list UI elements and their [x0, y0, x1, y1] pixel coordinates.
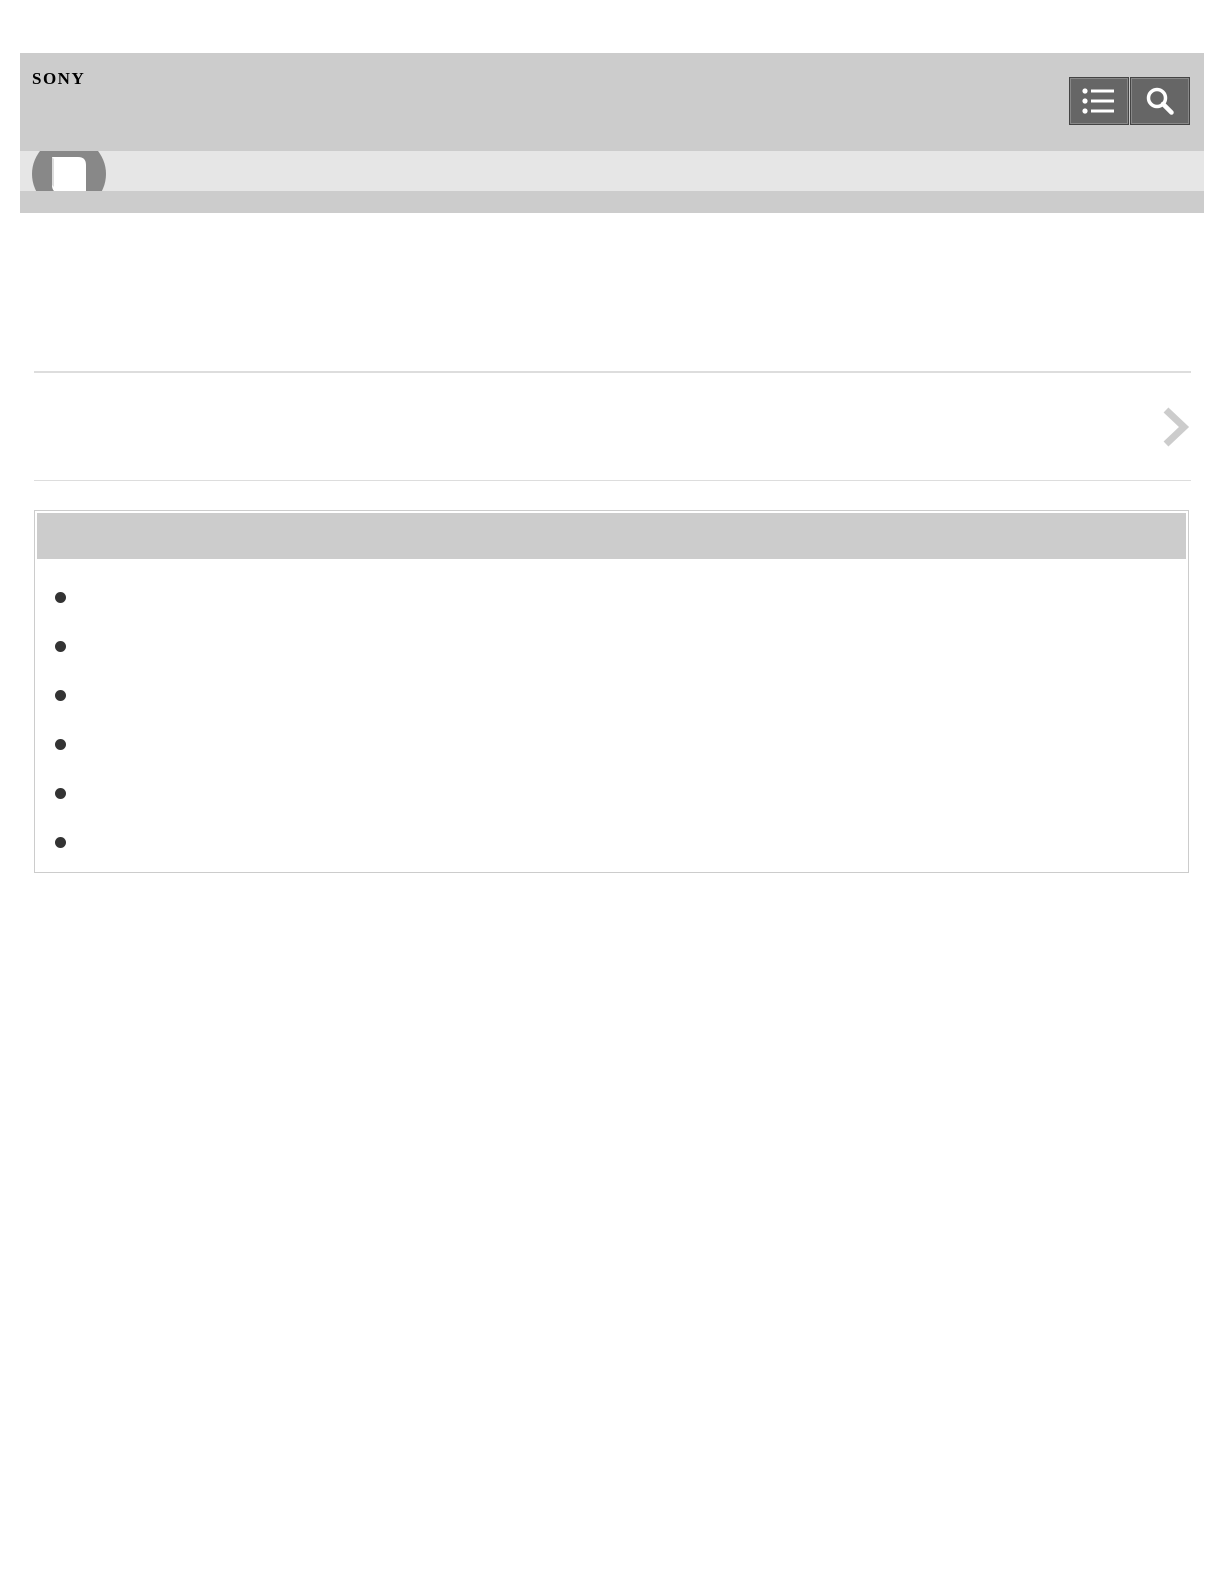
- list-icon: [1082, 88, 1114, 114]
- category-band: [20, 151, 1204, 191]
- list-item: [35, 673, 83, 722]
- list-item: [35, 820, 83, 869]
- list-item: [35, 624, 83, 673]
- table-of-contents-button[interactable]: [1069, 77, 1129, 125]
- info-box: [34, 510, 1189, 873]
- bullet-icon: [55, 592, 66, 603]
- list-item: [35, 771, 83, 820]
- search-button[interactable]: [1130, 77, 1190, 125]
- bullet-icon: [55, 837, 66, 848]
- sony-logo[interactable]: SONY: [32, 70, 85, 87]
- header-bottom-band: [20, 191, 1204, 213]
- bullet-icon: [55, 739, 66, 750]
- header: SONY: [20, 53, 1204, 151]
- bullet-icon: [55, 788, 66, 799]
- info-box-header: [37, 513, 1186, 559]
- list-item: [35, 575, 83, 624]
- divider: [34, 480, 1191, 481]
- book-icon: [32, 151, 106, 191]
- info-list: [35, 575, 83, 869]
- bullet-icon: [55, 690, 66, 701]
- next-page-link[interactable]: [34, 373, 1191, 480]
- list-item: [35, 722, 83, 771]
- bullet-icon: [55, 641, 66, 652]
- chevron-right-icon: [1163, 407, 1190, 447]
- search-icon: [1146, 87, 1174, 115]
